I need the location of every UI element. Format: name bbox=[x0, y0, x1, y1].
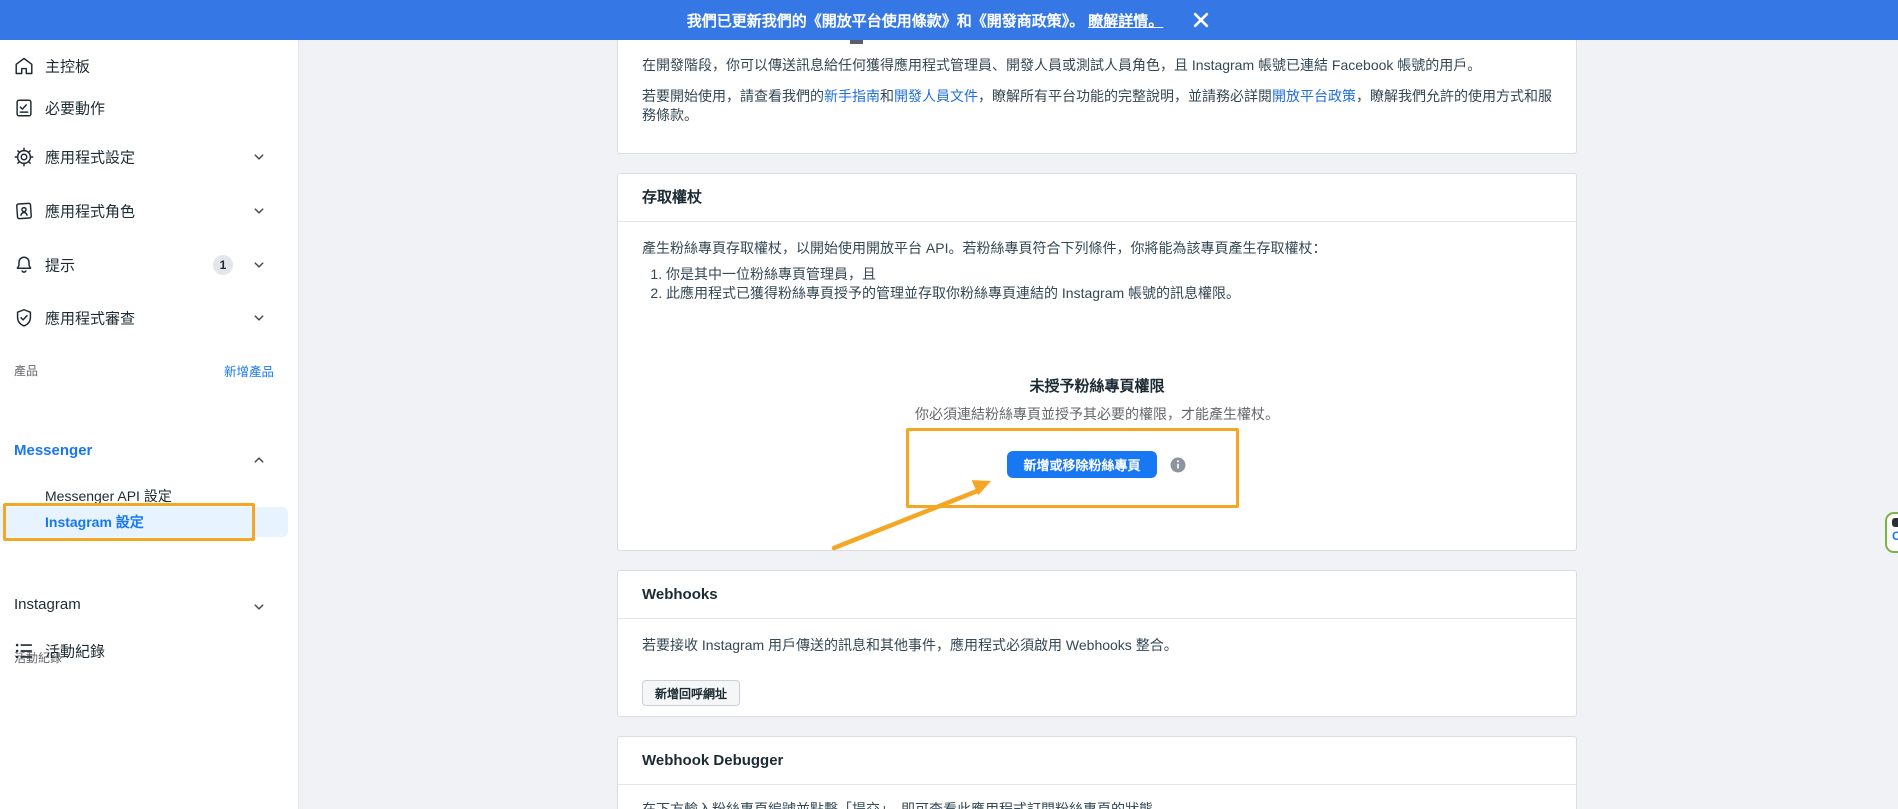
gear-icon bbox=[13, 146, 35, 168]
products-section-label: 產品 bbox=[14, 364, 39, 378]
chevron-down-icon[interactable] bbox=[250, 309, 268, 327]
shield-check-icon bbox=[13, 307, 35, 329]
bell-icon bbox=[13, 254, 35, 276]
intro-paragraph-1: 在開發階段，你可以傳送訊息給任何獲得應用程式管理員、開發人員或測試人員角色，且 … bbox=[642, 57, 1482, 73]
widget-letter: C bbox=[1892, 529, 1898, 543]
sidebar-item-label: 主控板 bbox=[45, 58, 91, 76]
banner-message: 我們已更新我們的《開放平台使用條款》和《開發商政策》。 bbox=[686, 12, 1085, 30]
intro-text: 和 bbox=[880, 88, 894, 104]
sidebar-product-messenger[interactable]: Messenger bbox=[14, 442, 92, 459]
sidebar-item-app-roles[interactable]: 應用程式角色 bbox=[0, 190, 298, 232]
sidebar: 主控板 必要動作 應用程式設定 應用程式角色 提示 1 應用程式審查 產品 新增… bbox=[0, 40, 299, 809]
sidebar-item-label: 應用程式審查 bbox=[45, 310, 136, 328]
sidebar-item-label: 應用程式設定 bbox=[45, 149, 136, 167]
floating-widget[interactable]: C bbox=[1885, 512, 1898, 553]
sidebar-item-app-settings[interactable]: 應用程式設定 bbox=[0, 136, 298, 178]
empty-state-title: 未授予粉絲專頁權限 bbox=[1029, 378, 1165, 395]
home-icon bbox=[13, 55, 35, 77]
scrolled-content-fragment bbox=[850, 40, 863, 44]
sidebar-item-app-review[interactable]: 應用程式審查 bbox=[0, 297, 298, 339]
access-token-conditions: 你是其中一位粉絲專頁管理員，且 此應用程式已獲得粉絲專頁授予的管理並存取你粉絲專… bbox=[642, 265, 1552, 303]
required-actions-icon bbox=[13, 97, 35, 119]
intro-paragraph-2: 若要開始使用，請查看我們的新手指南和開發人員文件，瞭解所有平台功能的完整說明，並… bbox=[642, 87, 1552, 125]
sidebar-item-alerts[interactable]: 提示 1 bbox=[0, 244, 298, 286]
sidebar-product-instagram[interactable]: Instagram bbox=[14, 596, 81, 613]
widget-dark-icon bbox=[1892, 518, 1898, 527]
platform-policy-link[interactable]: 開放平台政策 bbox=[1272, 88, 1356, 104]
sidebar-item-label: 應用程式角色 bbox=[45, 203, 136, 221]
webhooks-description: 若要接收 Instagram 用戶傳送的訊息和其他事件，應用程式必須啟用 Web… bbox=[642, 637, 1178, 653]
card-title: 存取權杖 bbox=[618, 174, 1576, 222]
add-product-link[interactable]: 新增產品 bbox=[224, 361, 274, 380]
chevron-down-icon[interactable] bbox=[250, 202, 268, 220]
chevron-down-icon[interactable] bbox=[250, 148, 268, 166]
access-token-description: 產生粉絲專頁存取權杖，以開始使用開放平台 API。若粉絲專頁符合下列條件，你將能… bbox=[642, 240, 1327, 256]
webhooks-card: Webhooks 若要接收 Instagram 用戶傳送的訊息和其他事件，應用程… bbox=[617, 570, 1577, 717]
card-title: Webhooks bbox=[618, 571, 1576, 619]
sidebar-item-messenger-api-settings[interactable]: Messenger API 設定 bbox=[45, 486, 172, 506]
empty-state-subtitle: 你必須連結粉絲專頁並授予其必要的權限，才能產生權杖。 bbox=[915, 406, 1279, 422]
close-icon[interactable] bbox=[1191, 10, 1211, 30]
sidebar-item-instagram-settings[interactable]: Instagram 設定 bbox=[0, 507, 288, 537]
condition-text: 你是其中一位粉絲專頁管理員，且 bbox=[666, 266, 876, 282]
sidebar-item-label: 活動紀錄 bbox=[45, 643, 106, 661]
intro-card: 在開發階段，你可以傳送訊息給任何獲得應用程式管理員、開發人員或測試人員角色，且 … bbox=[617, 40, 1577, 154]
sidebar-item-dashboard[interactable]: 主控板 bbox=[0, 45, 298, 87]
intro-text: 若要開始使用，請查看我們的 bbox=[642, 88, 824, 104]
chevron-down-icon[interactable] bbox=[250, 598, 268, 616]
sidebar-item-label: 必要動作 bbox=[45, 100, 106, 118]
sidebar-item-label: 提示 bbox=[45, 257, 76, 275]
info-icon[interactable] bbox=[1169, 456, 1187, 474]
condition-text: 此應用程式已獲得粉絲專頁授予的管理並存取你粉絲專頁連結的 Instagram 帳… bbox=[666, 285, 1241, 301]
card-title: Webhook Debugger bbox=[618, 737, 1576, 785]
intro-text: ，瞭解所有平台功能的完整說明，並請務必詳閱 bbox=[978, 88, 1272, 104]
add-callback-url-button[interactable]: 新增回呼網址 bbox=[642, 680, 741, 706]
notification-banner: 我們已更新我們的《開放平台使用條款》和《開發商政策》。 瞭解詳情。 bbox=[0, 0, 1898, 40]
webhook-debugger-card: Webhook Debugger 在下方輸入粉絲專頁編號並點擊「提交」，即可查看… bbox=[617, 736, 1577, 809]
roles-icon bbox=[13, 200, 35, 222]
app-window: 我們已更新我們的《開放平台使用條款》和《開發商政策》。 瞭解詳情。 主控板 必要… bbox=[0, 0, 1898, 809]
activity-log-icon bbox=[13, 640, 35, 662]
condition-item: 你是其中一位粉絲專頁管理員，且 bbox=[666, 265, 1552, 284]
developer-docs-link[interactable]: 開發人員文件 bbox=[894, 88, 978, 104]
banner-learn-more-link[interactable]: 瞭解詳情。 bbox=[1088, 10, 1163, 31]
add-remove-pages-button[interactable]: 新增或移除粉絲專頁 bbox=[1007, 451, 1157, 478]
notification-badge: 1 bbox=[213, 255, 233, 275]
getting-started-link[interactable]: 新手指南 bbox=[824, 88, 880, 104]
sidebar-item-required-actions[interactable]: 必要動作 bbox=[0, 87, 298, 129]
sidebar-item-label: Instagram 設定 bbox=[45, 514, 144, 530]
chevron-down-icon[interactable] bbox=[250, 256, 268, 274]
sidebar-item-activity-log[interactable]: 活動紀錄 bbox=[0, 630, 298, 672]
page-permission-empty-state: 未授予粉絲專頁權限 你必須連結粉絲專頁並授予其必要的權限，才能產生權杖。 新增或… bbox=[642, 377, 1552, 478]
debugger-description: 在下方輸入粉絲專頁編號並點擊「提交」，即可查看此應用程式訂閱粉絲專頁的狀態。 bbox=[642, 801, 1167, 809]
access-token-card: 存取權杖 產生粉絲專頁存取權杖，以開始使用開放平台 API。若粉絲專頁符合下列條… bbox=[617, 173, 1577, 551]
chevron-up-icon[interactable] bbox=[250, 451, 268, 469]
condition-item: 此應用程式已獲得粉絲專頁授予的管理並存取你粉絲專頁連結的 Instagram 帳… bbox=[666, 284, 1552, 303]
